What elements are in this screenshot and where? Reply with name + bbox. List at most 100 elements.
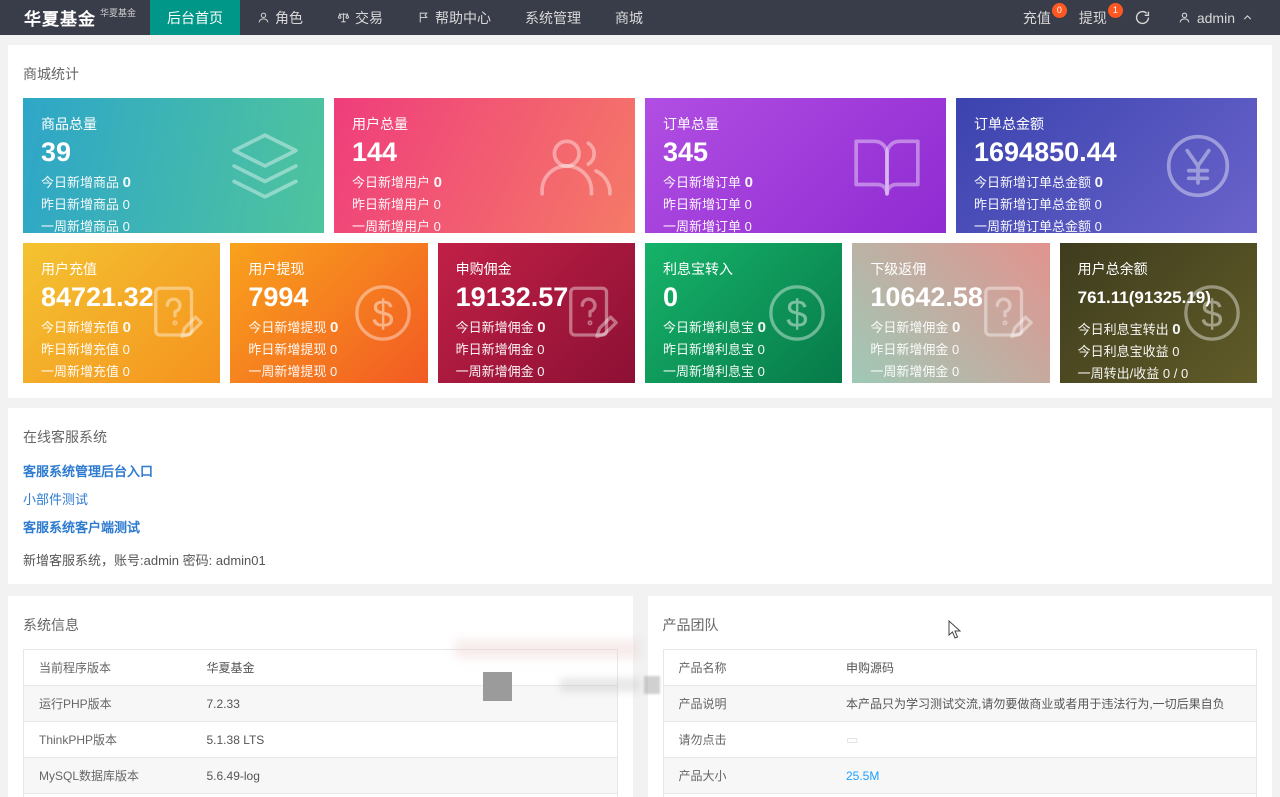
card-line-label: 一周新增利息宝: [662, 364, 754, 379]
card-line-label: 昨日新增充值: [41, 342, 120, 357]
card-line-label: 一周新增佣金: [455, 364, 534, 379]
card-line-label: 昨日新增佣金: [455, 342, 534, 357]
document-question-icon: [154, 286, 204, 339]
chevron-up-icon: [1243, 15, 1252, 20]
row-value: 5.1.38 LTS: [191, 721, 617, 758]
product-size-link[interactable]: 25.5M: [846, 769, 879, 783]
card-line-label: 今日利息宝收益: [1077, 344, 1169, 359]
card-line-label: 今日新增提现: [248, 320, 327, 335]
card-line-value: 0: [744, 174, 753, 191]
service-admin-entry-link[interactable]: 客服系统管理后台入口: [23, 461, 1257, 480]
row-label: 运行PHP版本: [23, 685, 192, 722]
card-line-label: 一周新增用户: [352, 219, 431, 233]
card-line-label: 今日新增佣金: [455, 320, 534, 335]
card-line-label: 一周新增订单: [663, 219, 742, 233]
person-icon: [1179, 12, 1190, 23]
card-line-label: 昨日新增提现: [248, 342, 327, 357]
card-line-value: 0: [329, 364, 338, 379]
card-line-label: 昨日新增商品: [41, 197, 120, 212]
user-menu[interactable]: admin: [1164, 0, 1262, 35]
card-line-label: 一周新增提现: [248, 364, 327, 379]
card-line-value: 0: [537, 342, 545, 357]
svg-text:$: $: [1201, 293, 1222, 336]
nav-item-dashboard[interactable]: 后台首页: [150, 0, 240, 35]
card-line-label: 今日新增佣金: [870, 320, 949, 335]
table-row: 服务器操作系统Linux: [23, 793, 617, 797]
nav-right: 充值 0 提现 1 admin: [1009, 0, 1280, 35]
nav-label: 后台首页: [167, 9, 223, 26]
row-label: 数据库: [663, 793, 831, 797]
table-row: 当前程序版本 华夏基金: [23, 649, 617, 686]
card-line-label: 一周新增商品: [41, 219, 120, 233]
refresh-button[interactable]: [1121, 0, 1164, 35]
widget-test-link[interactable]: 小部件测试: [23, 489, 1257, 508]
row-label: 产品名称: [663, 649, 831, 686]
logo[interactable]: 华夏基金 华夏基金: [0, 0, 150, 35]
system-info-panel: 系统信息 当前程序版本 华夏基金 运行PHP版本 7.2.33 ThinkPHP版本…: [8, 596, 633, 797]
card-line-value: 0: [433, 197, 441, 212]
table-row: 产品说明 本产品只为学习测试交流,请勿要做商业或者用于违法行为,一切后果自负: [663, 685, 1257, 722]
stat-cards-row-2: 用户充值 84721.32 今日新增充值 0 昨日新增充值 0 一周新增充值 0…: [23, 243, 1257, 383]
nav-item-trade[interactable]: 交易: [320, 0, 400, 35]
nav-label: 角色: [275, 9, 303, 26]
dollar-circle-icon: $: [769, 285, 826, 341]
card-line-value: 0: [329, 342, 338, 357]
service-client-test-link[interactable]: 客服系统客户端测试: [23, 517, 1257, 536]
card-line-label: 一周新增佣金: [870, 364, 949, 379]
withdraw-button[interactable]: 提现 1: [1065, 0, 1123, 35]
card-line-label: 昨日新增用户: [352, 197, 431, 212]
table-row: 产品名称 申购源码: [663, 649, 1257, 686]
nav-label: 交易: [355, 9, 383, 26]
row-label: 当前程序版本: [23, 649, 192, 686]
row-label: 产品说明: [663, 685, 831, 722]
card-line-label: 今日新增订单总金额: [974, 175, 1092, 190]
stat-card-user-withdraw: 用户提现 7994 今日新增提现 0 昨日新增提现 0 一周新增提现 0 $: [230, 243, 428, 383]
nav-item-mall[interactable]: 商城: [598, 0, 660, 35]
stat-cards-row-1: 商品总量 39 今日新增商品 0 昨日新增商品 0 一周新增商品 0 用户总量 …: [23, 98, 1257, 233]
card-line-value: 0: [757, 364, 765, 379]
card-line-value: 0: [433, 219, 441, 233]
row-label: 产品大小: [663, 757, 831, 794]
stat-card-goods-total: 商品总量 39 今日新增商品 0 昨日新增商品 0 一周新增商品 0: [23, 98, 324, 233]
top-navbar: 华夏基金 华夏基金 后台首页 角色 交易 帮助中心 系统管理 商城 充值 0 提…: [0, 0, 1280, 35]
product-team-panel: 产品团队 产品名称 申购源码 产品说明 本产品只为学习测试交流,请勿要做商业或者用于…: [647, 596, 1272, 797]
stat-card-purchase-commission: 申购佣金 19132.57 今日新增佣金 0 昨日新增佣金 0 一周新增佣金 0: [437, 243, 635, 383]
layers-icon: [232, 132, 298, 199]
row-value: 7.2.33: [191, 685, 617, 722]
nav-label: 商城: [615, 9, 643, 26]
card-line-label: 一周新增充值: [41, 364, 120, 379]
mall-statistics-panel: 商城统计 商品总量 39 今日新增商品 0 昨日新增商品 0 一周新增商品 0 …: [8, 45, 1272, 398]
nav-item-help-center[interactable]: 帮助中心: [400, 0, 508, 35]
document-question-icon: [569, 286, 618, 339]
row-value: 申购源码: [831, 649, 1257, 686]
stat-card-user-balance-total: 用户总余额 761.11(91325.19) 今日利息宝转出 0 今日利息宝收益…: [1059, 243, 1257, 383]
row-label: 服务器操作系统: [23, 793, 192, 797]
card-line-label: 昨日新增订单: [663, 197, 742, 212]
row-label: MySQL数据库版本: [23, 757, 192, 794]
flag-icon: [419, 12, 428, 23]
logo-text: 华夏基金: [24, 10, 96, 29]
card-line-label: 今日新增商品: [41, 175, 120, 190]
logo-sup-text: 华夏基金: [100, 8, 137, 18]
card-line-label: 一周新增订单总金额: [974, 219, 1092, 233]
nav-item-roles[interactable]: 角色: [240, 0, 320, 35]
refresh-icon: [1135, 10, 1149, 25]
row-value: 华夏基金: [191, 649, 617, 686]
card-line-label: 今日新增用户: [352, 175, 431, 190]
table-row: 请勿点击 ▭: [663, 721, 1257, 758]
svg-text:$: $: [787, 293, 808, 336]
row-value: 本产品只为学习测试交流,请勿要做商业或者用于违法行为,一切后果自负: [831, 685, 1257, 722]
product-team-table: 产品名称 申购源码 产品说明 本产品只为学习测试交流,请勿要做商业或者用于违法行为,…: [662, 649, 1257, 797]
card-line-label: 昨日新增利息宝: [662, 342, 754, 357]
document-question-icon: [983, 286, 1033, 339]
card-line-value: 0: [1172, 344, 1180, 359]
recharge-button[interactable]: 充值 0: [1009, 0, 1067, 35]
nav-item-system-management[interactable]: 系统管理: [508, 0, 598, 35]
yen-circle-icon: [1166, 134, 1230, 197]
card-title: 用户提现: [248, 261, 305, 277]
card-line-label: 今日新增订单: [663, 175, 742, 190]
card-line-label: 昨日新增佣金: [870, 342, 949, 357]
withdraw-badge: 1: [1107, 3, 1123, 18]
system-info-table: 当前程序版本 华夏基金 运行PHP版本 7.2.33 ThinkPHP版本 5.1.3…: [23, 649, 618, 797]
card-line-label: 今日利息宝转出: [1077, 322, 1169, 337]
